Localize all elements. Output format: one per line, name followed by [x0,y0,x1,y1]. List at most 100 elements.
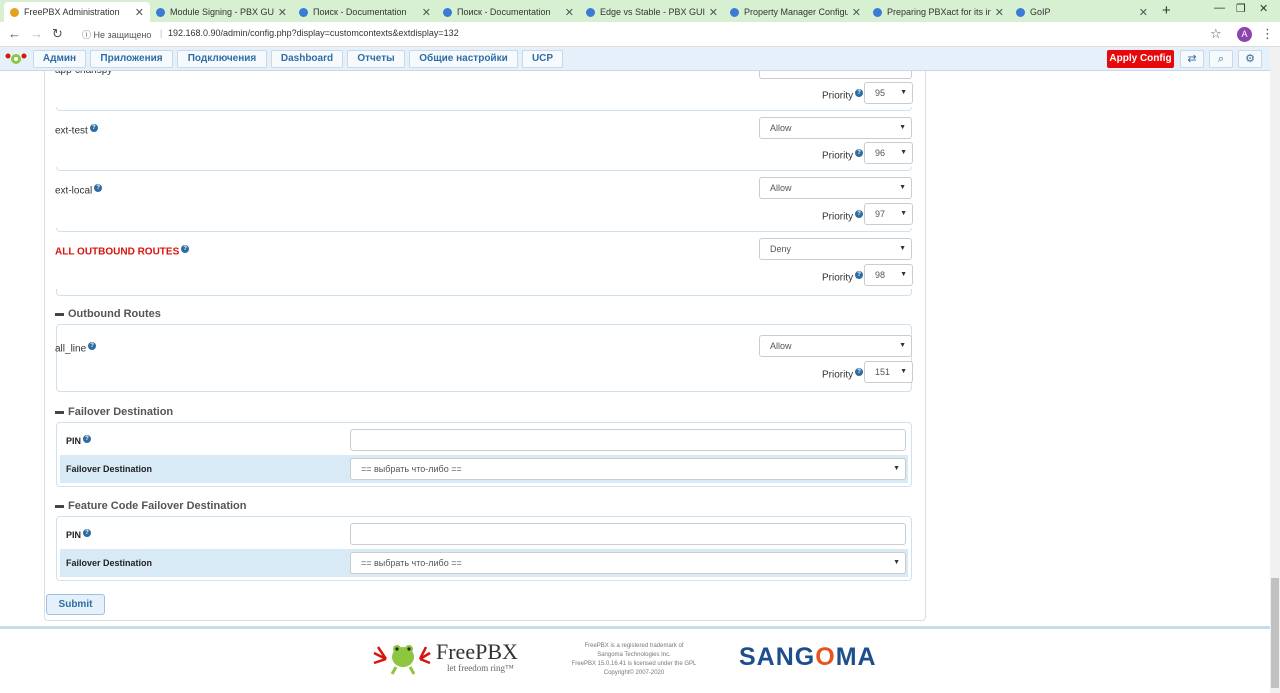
failover-section-title[interactable]: Failover Destination [55,406,173,418]
chevron-down-icon: ▼ [899,184,906,191]
priority-select[interactable]: 95 ▼ [864,82,913,104]
nav-reports[interactable]: Отчеты [347,50,405,68]
help-icon[interactable]: ? [83,529,92,537]
row-divider [56,167,912,171]
context-label-app-chanspy: app-chanspy [55,71,112,76]
tab-freepbx-admin[interactable]: FreePBX Administration ✕ [4,2,150,22]
help-icon[interactable]: ? [855,149,864,157]
close-icon[interactable]: ✕ [852,6,861,19]
chevron-down-icon: ▼ [899,124,906,131]
close-icon[interactable]: ✕ [135,6,144,19]
browser-menu-icon[interactable]: ⋮ [1261,26,1274,42]
search-icon[interactable]: ⌕ [1209,50,1233,68]
help-icon[interactable]: ? [855,368,864,376]
globe-icon [1016,7,1025,17]
context-permission-select[interactable]: Allow ▼ [759,117,912,139]
chevron-down-icon: ▼ [900,271,907,278]
priority-select[interactable]: 98 ▼ [864,264,913,286]
main-content: app-chanspy ▼ Priority? 95▼ ext-test? Al… [0,71,1270,626]
globe-icon [873,7,882,17]
failover-destination-select[interactable]: == выбрать что-либо == ▼ [350,458,906,480]
nav-dashboard[interactable]: Dashboard [271,50,343,68]
freepbx-logo-icon[interactable] [4,50,28,68]
freepbx-favicon-icon [10,7,19,17]
help-icon[interactable]: ? [855,210,864,218]
chevron-down-icon: ▼ [899,342,906,349]
apply-config-button[interactable]: Apply Config [1107,50,1174,68]
security-indicator[interactable]: ⓘ Не защищено [82,28,151,41]
gear-icon[interactable]: ⚙ [1238,50,1262,68]
help-icon[interactable]: ? [855,271,864,279]
url-field[interactable]: 192.168.0.90/admin/config.php?display=cu… [168,28,459,38]
help-icon[interactable]: ? [83,435,92,443]
priority-select[interactable]: 97 ▼ [864,203,913,225]
chevron-down-icon: ▼ [900,149,907,156]
priority-select[interactable]: 151 ▼ [864,361,913,383]
close-icon[interactable]: ✕ [995,6,1004,19]
feature-failover-destination-select[interactable]: == выбрать что-либо == ▼ [350,552,906,574]
priority-label: Priority? [822,368,864,380]
priority-select[interactable]: 96 ▼ [864,142,913,164]
forward-arrow-icon[interactable]: → [30,26,43,41]
reload-icon[interactable]: ↻ [52,26,63,42]
priority-label: Priority? [822,149,864,161]
feature-failover-section-title[interactable]: Feature Code Failover Destination [55,500,246,512]
nav-ucp[interactable]: UCP [522,50,563,68]
close-icon[interactable]: ✕ [565,6,574,19]
freepbx-nav-bar: Админ Приложения Подключения Dashboard О… [0,47,1270,71]
freepbx-frog-logo-icon [373,645,431,675]
minimize-icon[interactable]: — [1214,2,1225,14]
help-icon[interactable]: ? [94,184,103,192]
help-icon[interactable]: ? [88,342,97,350]
bookmark-star-icon[interactable]: ☆ [1210,26,1222,42]
priority-label: Priority? [822,210,864,222]
pin-label: PIN? [66,529,92,540]
help-icon[interactable]: ? [855,89,864,97]
nav-connectivity[interactable]: Подключения [177,50,267,68]
tab-edge-vs-stable[interactable]: Edge vs Stable - PBX GUI - D ✕ [580,2,724,22]
close-icon[interactable]: ✕ [1139,6,1148,19]
pin-input[interactable] [350,429,906,451]
route-label-all-line: all_line? [55,342,97,354]
globe-icon [730,7,739,17]
globe-icon [443,7,452,17]
language-icon[interactable]: ⇄ [1180,50,1204,68]
tab-property-manager[interactable]: Property Manager Configur ✕ [724,2,867,22]
chevron-down-icon: ▼ [899,245,906,252]
row-divider [56,228,912,232]
row-divider [56,107,912,111]
chevron-down-icon: ▼ [899,71,906,78]
freepbx-tagline: let freedom ring™ [447,663,514,673]
submit-button[interactable]: Submit [46,594,105,615]
tab-goip[interactable]: GoIP ✕ [1010,2,1154,22]
help-icon[interactable]: ? [181,245,190,253]
page-footer: FreePBX let freedom ring™ FreePBX is a r… [0,626,1270,693]
tab-search-docs-2[interactable]: Поиск - Documentation ✕ [437,2,580,22]
failover-destination-label: Failover Destination [66,464,153,474]
context-permission-select[interactable]: Deny ▼ [759,238,912,260]
close-icon[interactable]: ✕ [709,6,718,19]
nav-settings[interactable]: Общие настройки [409,50,518,68]
restore-icon[interactable]: ❐ [1236,2,1246,15]
globe-icon [586,7,595,17]
profile-avatar[interactable]: A [1237,27,1252,42]
close-icon[interactable]: ✕ [422,6,431,19]
new-tab-icon[interactable]: + [1162,2,1171,19]
nav-admin[interactable]: Админ [33,50,86,68]
close-icon[interactable]: ✕ [278,6,287,19]
tab-module-signing[interactable]: Module Signing - PBX GUI - ✕ [150,2,293,22]
back-arrow-icon[interactable]: ← [8,26,21,41]
tab-search-docs-1[interactable]: Поиск - Documentation ✕ [293,2,437,22]
scrollbar-thumb[interactable] [1271,578,1279,688]
help-icon[interactable]: ? [89,124,98,132]
row-divider [56,289,912,296]
route-permission-select[interactable]: Allow ▼ [759,335,912,357]
context-permission-select[interactable]: Allow ▼ [759,177,912,199]
window-close-icon[interactable]: ✕ [1259,2,1268,15]
pin-label: PIN? [66,435,92,446]
tab-preparing-pbxact[interactable]: Preparing PBXact for its inte ✕ [867,2,1010,22]
context-permission-select[interactable]: ▼ [759,71,912,79]
outbound-routes-section-title[interactable]: Outbound Routes [55,308,161,320]
pin-input[interactable] [350,523,906,545]
nav-applications[interactable]: Приложения [90,50,173,68]
